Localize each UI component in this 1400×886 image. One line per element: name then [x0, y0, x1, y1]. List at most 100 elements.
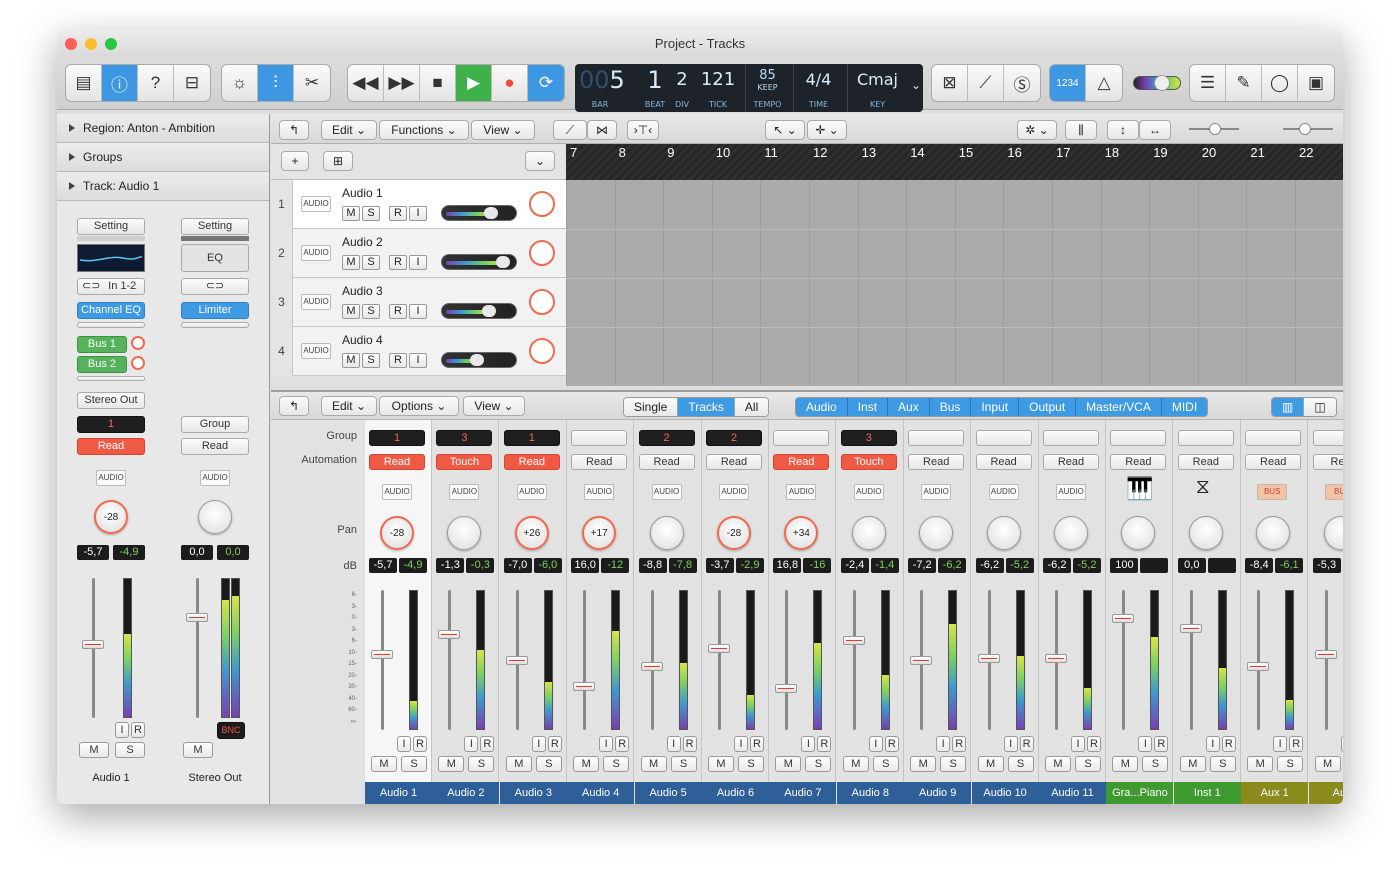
mode-all[interactable]: All	[734, 398, 769, 416]
track-volume-slider[interactable]	[441, 303, 517, 319]
mute-button[interactable]: M	[640, 756, 667, 772]
volume-fader[interactable]	[505, 656, 528, 665]
functions-menu[interactable]: Functions ⌄	[379, 120, 469, 140]
track-volume-slider[interactable]	[441, 352, 517, 368]
record-enable-button[interactable]: R	[389, 255, 407, 270]
play-icon[interactable]: ▶	[456, 65, 492, 101]
automation-mode[interactable]: Read	[908, 454, 965, 470]
mode-tracks[interactable]: Tracks	[678, 398, 735, 416]
volume-fader[interactable]	[708, 644, 730, 653]
pan-knob[interactable]	[851, 516, 886, 550]
input-slot[interactable]: ⊂⊃ In 1-2	[77, 278, 145, 295]
flex-icon[interactable]: ⋈	[587, 120, 617, 140]
automation-mode[interactable]: Read	[1177, 454, 1234, 470]
pan-knob[interactable]: +26	[514, 516, 549, 550]
setting-button[interactable]: Setting	[77, 218, 145, 235]
link-icon[interactable]: ⊂⊃	[181, 278, 249, 295]
volume-fader[interactable]	[1314, 650, 1337, 659]
solo-button[interactable]: S	[805, 756, 832, 772]
region-header[interactable]: Region: Anton - Ambition	[57, 114, 269, 143]
mute-button[interactable]: M	[342, 353, 360, 368]
record-enable-button[interactable]: R	[1154, 736, 1169, 752]
input-monitor-button[interactable]: I	[409, 353, 427, 368]
record-enable-button[interactable]: R	[389, 353, 407, 368]
mute-button[interactable]: M	[977, 756, 1004, 772]
group-slot[interactable]	[1245, 430, 1302, 446]
group-slot[interactable]: Group	[181, 416, 249, 433]
back-arrow-icon[interactable]: ↰	[279, 396, 309, 416]
automation-mode[interactable]: Read	[181, 438, 249, 455]
mode-single[interactable]: Single	[624, 398, 679, 416]
input-monitor-button[interactable]: I	[734, 736, 748, 752]
track-volume-slider[interactable]	[441, 254, 517, 270]
mute-button[interactable]: M	[842, 756, 869, 772]
record-enable-button[interactable]: R	[682, 736, 697, 752]
pointer-tool-icon[interactable]: ↖ ⌄	[765, 120, 805, 140]
pan-knob[interactable]	[529, 191, 555, 217]
scissors-icon[interactable]: ✂	[294, 65, 330, 101]
group-slot[interactable]	[571, 430, 628, 446]
mute-button[interactable]: M	[708, 756, 734, 772]
automation-icon[interactable]: ⟋	[553, 120, 587, 140]
solo-button[interactable]: S	[362, 353, 380, 368]
waveform-zoom-icon[interactable]: ⫼	[1065, 120, 1097, 140]
solo-icon[interactable]: Ⓢ	[1004, 65, 1040, 101]
view-menu[interactable]: View ⌄	[471, 120, 535, 140]
record-enable-button[interactable]: R	[389, 304, 407, 319]
pan-knob[interactable]	[919, 516, 954, 550]
input-monitor-button[interactable]: I	[1340, 736, 1343, 752]
narrow-strips-icon[interactable]: ▥	[1272, 398, 1305, 416]
pan-knob[interactable]	[1054, 516, 1088, 550]
empty-plugin-slot[interactable]	[181, 322, 249, 328]
filter-inst[interactable]: Inst	[847, 398, 889, 416]
pan-knob[interactable]	[447, 516, 482, 550]
solo-button[interactable]: S	[468, 756, 495, 772]
input-monitor-button[interactable]: I	[1273, 736, 1288, 752]
groups-header[interactable]: Groups	[57, 143, 269, 172]
vertical-zoom-slider[interactable]	[1189, 123, 1239, 135]
record-enable-button[interactable]: R	[1289, 736, 1304, 752]
mute-button[interactable]: M	[342, 304, 360, 319]
wide-strips-icon[interactable]: ◫	[1304, 398, 1336, 416]
record-enable-button[interactable]: R	[131, 722, 145, 738]
solo-button[interactable]: S	[362, 206, 380, 221]
solo-button[interactable]: S	[670, 756, 697, 772]
group-slot[interactable]	[1043, 430, 1099, 446]
lcd-display[interactable]: 005 BAR 1 BEAT 2 DIV 121 TICK 85 KEEP TEMPO 4/…	[575, 64, 923, 112]
record-enable-button[interactable]: R	[615, 736, 630, 752]
mute-button[interactable]: M	[573, 756, 600, 772]
volume-fader[interactable]	[775, 684, 798, 693]
balance-knob[interactable]	[198, 500, 232, 534]
solo-button[interactable]: S	[872, 756, 899, 772]
horizontal-zoom-icon[interactable]: ↔	[1139, 120, 1171, 140]
send-knob[interactable]	[131, 356, 145, 370]
mute-button[interactable]: M	[775, 756, 802, 772]
volume-fader[interactable]	[186, 613, 208, 622]
pan-knob[interactable]: -28	[717, 516, 751, 550]
solo-button[interactable]: S	[362, 255, 380, 270]
forward-icon[interactable]: ▶▶	[384, 65, 420, 101]
mixer-options-menu[interactable]: Options ⌄	[379, 396, 459, 416]
automation-mode[interactable]: Read	[369, 454, 425, 470]
input-monitor-button[interactable]: I	[1003, 736, 1018, 752]
volume-fader[interactable]	[1045, 654, 1067, 663]
pan-knob[interactable]: -28	[94, 500, 128, 534]
record-enable-button[interactable]: R	[1087, 736, 1101, 752]
mixer-icon[interactable]: ⫶	[258, 65, 294, 101]
automation-mode[interactable]: Read	[1110, 454, 1167, 470]
pan-knob[interactable]	[529, 338, 555, 364]
filter-aux[interactable]: Aux	[888, 398, 930, 416]
setting-button[interactable]: Setting	[181, 218, 249, 235]
input-monitor-button[interactable]: I	[1138, 736, 1153, 752]
empty-send-slot[interactable]	[77, 376, 145, 381]
mute-button[interactable]: M	[1314, 756, 1341, 772]
input-monitor-button[interactable]: I	[936, 736, 951, 752]
record-enable-button[interactable]: R	[1019, 736, 1034, 752]
bounce-button[interactable]: BNC	[217, 722, 245, 739]
mute-button[interactable]: M	[1112, 756, 1139, 772]
lcd-menu-chevron-icon[interactable]: ⌄	[911, 78, 921, 92]
filter-output[interactable]: Output	[1019, 398, 1077, 416]
group-slot[interactable]	[1110, 430, 1167, 446]
mixer-edit-menu[interactable]: Edit ⌄	[321, 396, 377, 416]
list-editors-icon[interactable]: ☰	[1190, 65, 1226, 101]
